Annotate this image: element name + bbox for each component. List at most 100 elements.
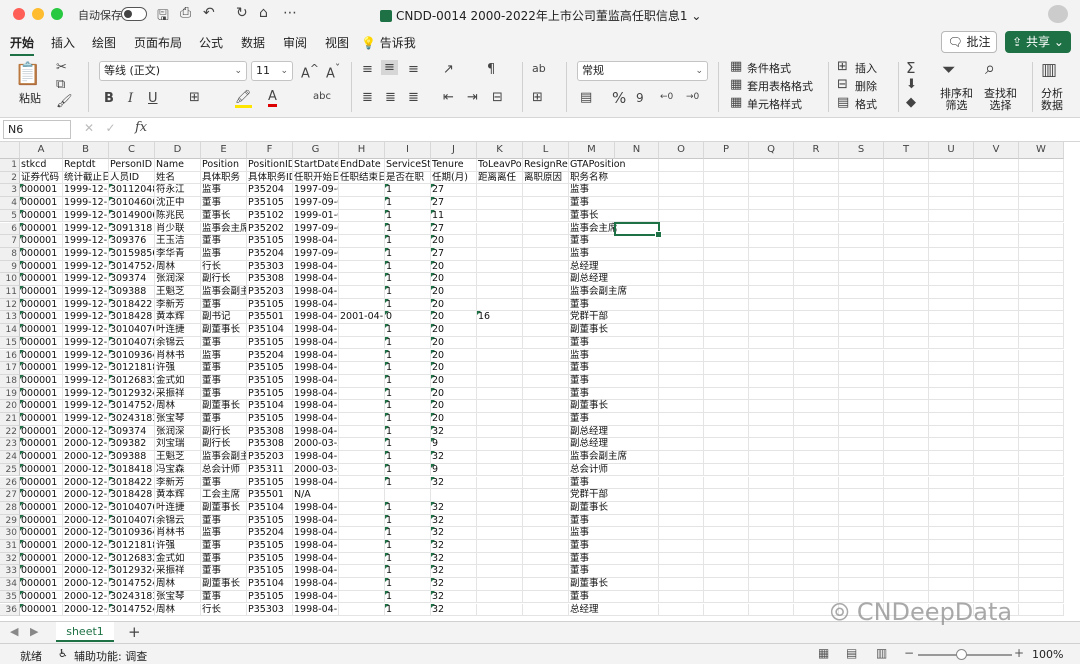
table-cell[interactable] (477, 286, 523, 299)
table-cell[interactable] (704, 349, 749, 363)
table-cell[interactable]: 30129324 (109, 565, 155, 579)
table-cell[interactable] (659, 362, 704, 375)
table-cell[interactable]: 1998-04-16 (293, 603, 339, 617)
table-cell[interactable] (749, 451, 794, 464)
table-cell[interactable]: 监事会主席 (201, 222, 247, 236)
table-cell[interactable]: 30243183 (109, 413, 155, 426)
table-cell[interactable] (974, 324, 1019, 337)
table-cell[interactable]: 000001 (20, 247, 63, 261)
table-cell[interactable] (839, 552, 884, 566)
table-cell[interactable]: 000001 (20, 374, 63, 388)
table-cell[interactable] (523, 374, 569, 388)
table-cell[interactable] (884, 159, 929, 172)
table-cell[interactable]: P35501 (247, 311, 293, 325)
table-cell[interactable] (339, 578, 385, 591)
table-cell[interactable]: 1998-04-16 (293, 273, 339, 286)
row-header[interactable]: 31 (0, 540, 20, 553)
merge-cells-icon[interactable]: ⊟ (492, 90, 503, 105)
table-cell[interactable] (839, 451, 884, 464)
borders-icon[interactable]: ⊞ (189, 90, 200, 105)
row-header[interactable]: 25 (0, 463, 20, 477)
table-cell[interactable] (839, 425, 884, 439)
table-cell[interactable] (1019, 489, 1064, 502)
font-name-select[interactable]: 等线 (正文) ⌄ (99, 61, 247, 81)
table-cell[interactable] (974, 273, 1019, 286)
table-cell[interactable] (1019, 159, 1064, 172)
table-cell[interactable]: P35105 (247, 336, 293, 350)
table-cell[interactable]: 监事 (569, 350, 615, 363)
table-cell[interactable] (839, 413, 884, 426)
font-size-select[interactable]: 11 ⌄ (251, 61, 293, 81)
table-cell[interactable] (1019, 476, 1064, 490)
table-cell[interactable] (929, 578, 974, 591)
table-cell[interactable] (884, 298, 929, 312)
table-cell[interactable] (1019, 362, 1064, 375)
table-cell[interactable]: 董事 (201, 336, 247, 350)
table-cell[interactable]: P35105 (247, 514, 293, 528)
table-cell[interactable]: 董事长 (201, 209, 247, 223)
cut-icon[interactable]: ✂ (56, 60, 67, 75)
table-cell[interactable] (523, 247, 569, 261)
table-cell[interactable]: 离职原因 (523, 171, 569, 185)
table-cell[interactable]: 1999-12-31 (63, 311, 109, 325)
decrease-indent-icon[interactable]: ⇤ (443, 90, 454, 105)
table-cell[interactable] (704, 324, 749, 337)
table-cell[interactable] (477, 438, 523, 452)
table-cell[interactable] (615, 590, 659, 604)
table-cell[interactable]: 任职结束日期 (339, 171, 385, 185)
table-cell[interactable] (1019, 527, 1064, 540)
table-cell[interactable]: 1 (385, 273, 431, 286)
table-cell[interactable] (704, 298, 749, 312)
table-cell[interactable]: 27 (431, 247, 477, 261)
table-cell[interactable] (839, 273, 884, 286)
table-cell[interactable] (884, 514, 929, 528)
table-cell[interactable] (794, 247, 839, 261)
table-cell[interactable]: 副董事长 (569, 578, 615, 591)
table-cell[interactable]: 董事 (569, 477, 615, 490)
table-cell[interactable] (884, 349, 929, 363)
page-break-view-icon[interactable]: ▥ (876, 646, 887, 660)
table-cell[interactable] (615, 374, 659, 388)
table-cell[interactable] (794, 387, 839, 401)
row-header[interactable]: 34 (0, 578, 20, 591)
table-cell[interactable] (1019, 311, 1064, 325)
table-cell[interactable] (794, 336, 839, 350)
table-cell[interactable] (749, 425, 794, 439)
table-cell[interactable] (794, 298, 839, 312)
table-cell[interactable] (1019, 565, 1064, 579)
table-cell[interactable]: P35105 (247, 197, 293, 210)
table-cell[interactable]: 3018418 (109, 463, 155, 477)
table-cell[interactable]: 1998-04-16 (293, 374, 339, 388)
percent-icon[interactable]: % (612, 89, 626, 107)
table-cell[interactable] (477, 501, 523, 515)
table-cell[interactable]: 000001 (20, 197, 63, 210)
table-cell[interactable]: 董事 (201, 565, 247, 579)
table-cell[interactable]: 1 (385, 235, 431, 248)
table-cell[interactable]: 2000-12-31 (63, 514, 109, 528)
table-cell[interactable] (659, 184, 704, 198)
table-cell[interactable]: 000001 (20, 222, 63, 236)
increase-decimal-icon[interactable]: ←0 (660, 92, 673, 102)
table-cell[interactable] (477, 603, 523, 617)
table-cell[interactable]: 2000-12-31 (63, 451, 109, 464)
table-cell[interactable] (794, 438, 839, 452)
table-cell[interactable]: 000001 (20, 260, 63, 274)
table-cell[interactable]: GTAPosition (569, 159, 626, 172)
table-cell[interactable]: 000001 (20, 565, 63, 579)
find-icon[interactable]: ⌕ (985, 58, 995, 79)
table-cell[interactable] (749, 171, 794, 185)
table-cell[interactable] (929, 298, 974, 312)
table-cell[interactable] (659, 527, 704, 540)
decrease-font-icon[interactable]: Aˇ (326, 62, 340, 81)
table-cell[interactable]: 20 (431, 273, 477, 286)
table-cell[interactable] (704, 501, 749, 515)
column-header[interactable]: C (109, 142, 155, 159)
table-cell[interactable]: 董事 (569, 515, 615, 528)
table-cell[interactable]: 000001 (20, 413, 63, 426)
table-cell[interactable] (929, 235, 974, 248)
table-cell[interactable] (794, 324, 839, 337)
table-cell[interactable] (339, 451, 385, 464)
table-cell[interactable] (615, 247, 659, 261)
format-painter-icon[interactable]: 🖌 (56, 94, 73, 109)
table-cell[interactable]: 30104078 (109, 514, 155, 528)
